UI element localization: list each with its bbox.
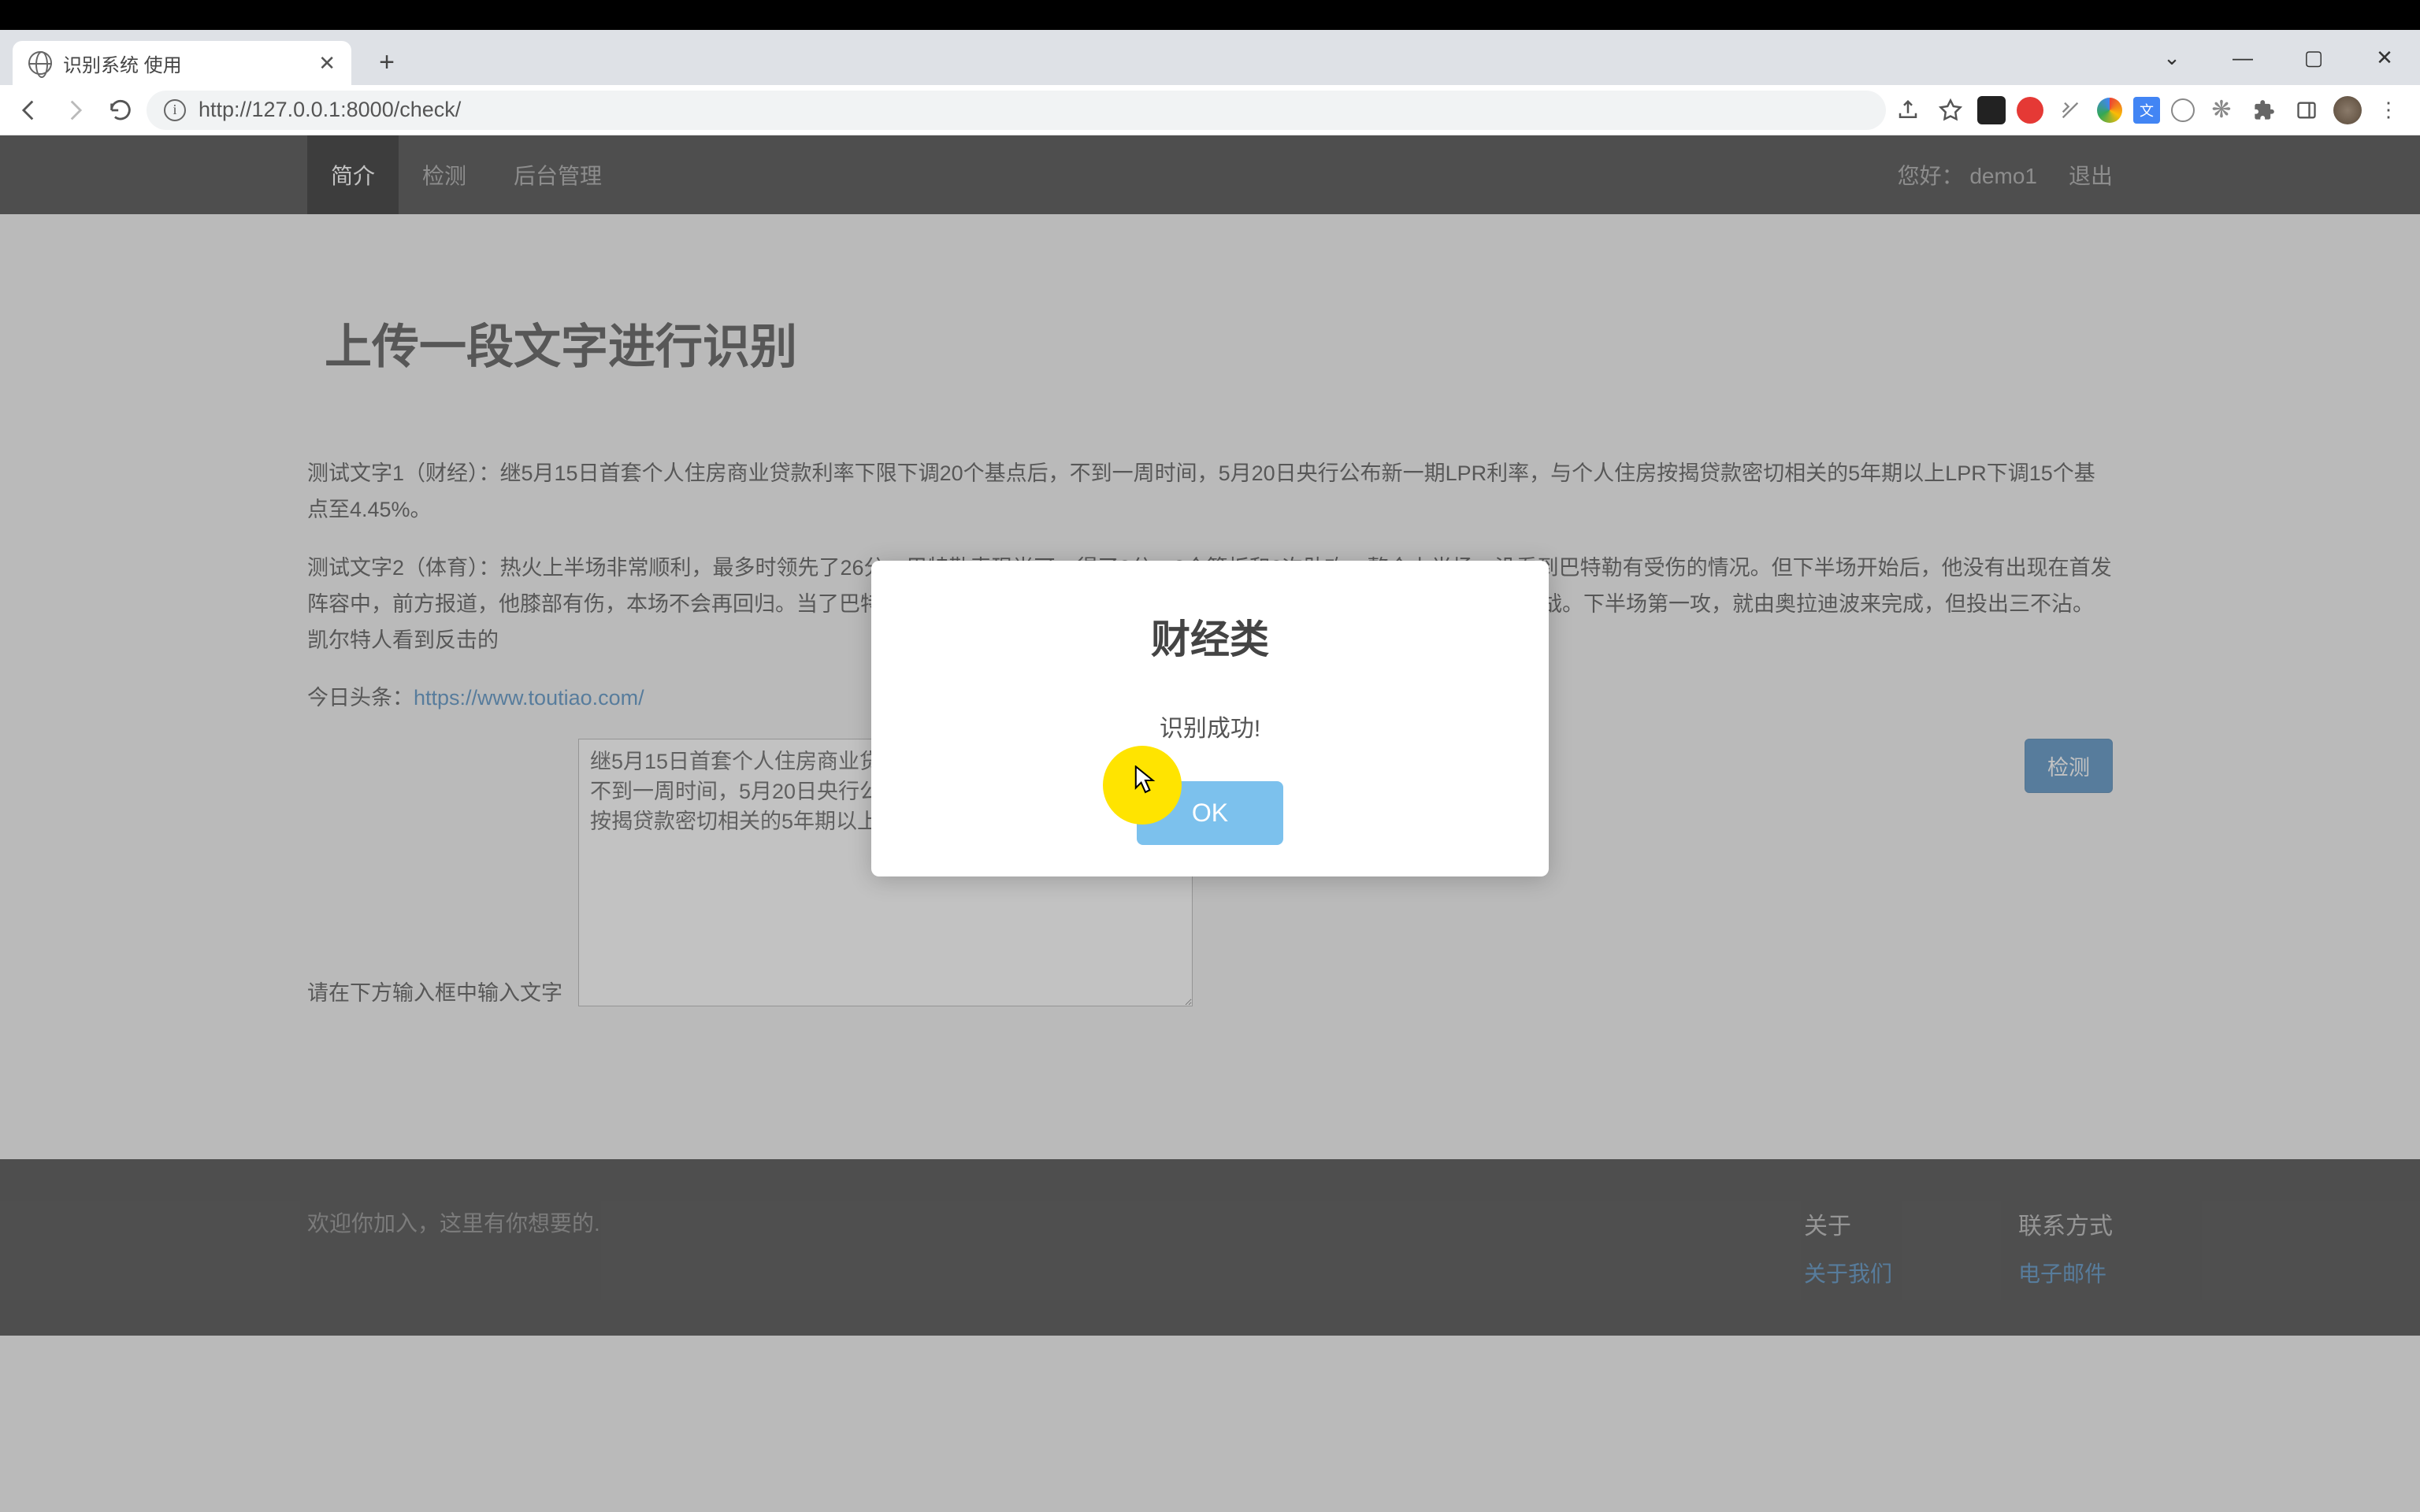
forward-button[interactable] [55,91,95,130]
tab-title: 识别系统 使用 [63,50,182,77]
os-titlebar [0,0,2420,30]
chrome-menu-icon[interactable]: ⋮ [2373,94,2404,126]
extension-icon-6[interactable] [2171,98,2195,122]
window-maximize-icon[interactable]: ▢ [2278,30,2349,85]
translate-icon[interactable]: 文 [2133,97,2160,124]
result-modal: 财经类 识别成功! OK [871,561,1549,876]
url-text: http://127.0.0.1:8000/check/ [199,98,461,122]
reload-button[interactable] [101,91,140,130]
extension-icon-2[interactable] [2017,97,2043,124]
extension-icon-1[interactable] [1977,96,2006,124]
window-minimize-icon[interactable]: — [2207,30,2278,85]
browser-tab-active[interactable]: 识别系统 使用 ✕ [13,41,351,85]
modal-ok-button[interactable]: OK [1137,781,1283,845]
extension-icon-3[interactable] [2054,94,2086,126]
extension-icon-7[interactable]: ❋ [2206,94,2237,126]
back-button[interactable] [9,91,49,130]
sidepanel-icon[interactable] [2291,94,2322,126]
new-tab-button[interactable]: + [367,43,406,82]
browser-tabbar: 识别系统 使用 ✕ + ⌄ — ▢ ✕ [0,30,2420,85]
globe-icon [28,51,52,75]
site-info-icon[interactable]: i [164,99,186,121]
tab-search-icon[interactable]: ⌄ [2136,30,2207,85]
share-icon[interactable] [1892,94,1924,126]
window-close-icon[interactable]: ✕ [2349,30,2420,85]
profile-avatar-icon[interactable] [2333,96,2362,124]
browser-addressbar: i http://127.0.0.1:8000/check/ 文 ❋ [0,85,2420,135]
extension-icon-4[interactable] [2097,98,2122,123]
modal-message: 识别成功! [903,709,1517,743]
modal-title: 财经类 [903,608,1517,665]
close-tab-icon[interactable]: ✕ [318,51,336,76]
extensions-puzzle-icon[interactable] [2248,94,2280,126]
url-field[interactable]: i http://127.0.0.1:8000/check/ [147,91,1886,130]
bookmark-star-icon[interactable] [1935,94,1966,126]
